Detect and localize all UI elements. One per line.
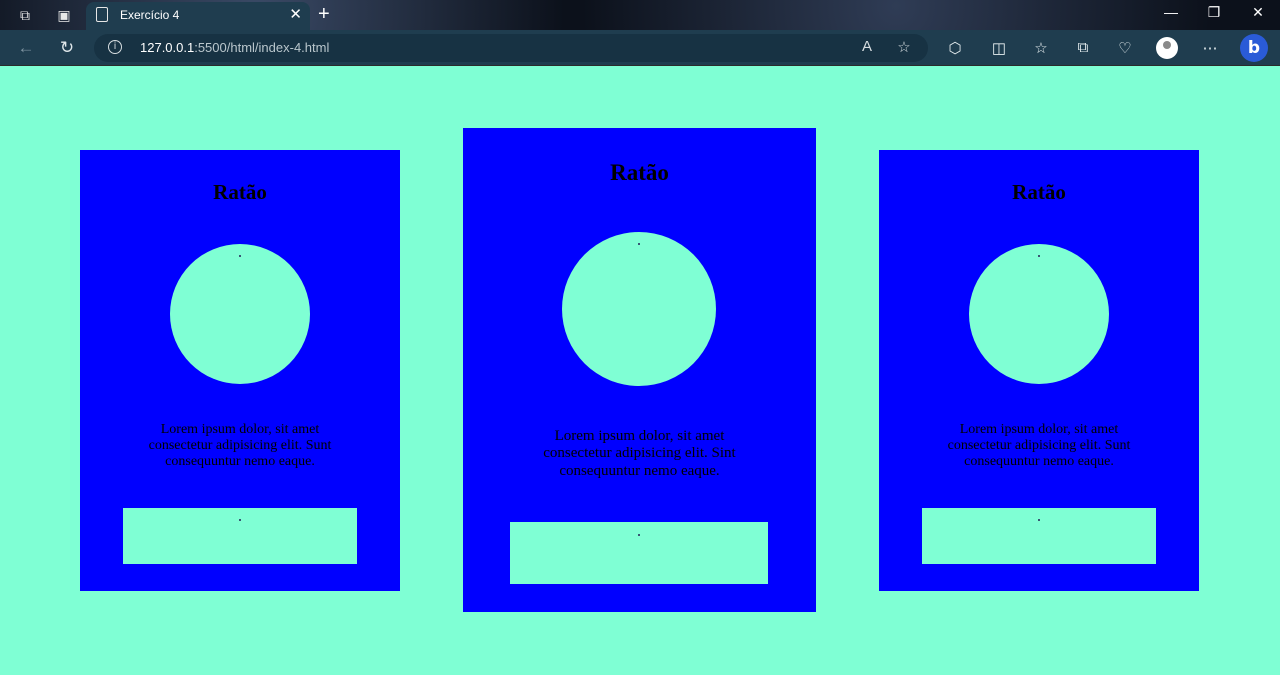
card-text: Lorem ipsum dolor, sit amet consectetur … xyxy=(947,422,1131,470)
info-icon[interactable]: i xyxy=(108,40,122,54)
browser-toolbar: ← ↻ i 127.0.0.1:5500/html/index-4.html A… xyxy=(0,30,1280,66)
collections-icon[interactable]: ⧉ xyxy=(1072,39,1094,56)
page-icon xyxy=(96,7,108,22)
url-host: 127.0.0.1 xyxy=(140,40,195,55)
button-marker-icon xyxy=(239,519,241,521)
more-icon[interactable]: ⋯ xyxy=(1199,39,1221,57)
url-path: :5500/html/index-4.html xyxy=(194,40,330,55)
card-button[interactable] xyxy=(510,522,768,584)
button-marker-icon xyxy=(638,534,640,536)
window-close-icon[interactable]: ✕ xyxy=(1248,4,1268,21)
tab-actions-icon[interactable]: ▣ xyxy=(55,6,73,24)
heart-icon[interactable]: ♡ xyxy=(1114,39,1136,57)
page-viewport: Ratão Lorem ipsum dolor, sit amet consec… xyxy=(0,66,1280,675)
favorites-icon[interactable]: ☆ xyxy=(1030,39,1052,57)
card-title: Ratão xyxy=(610,160,669,185)
card-button[interactable] xyxy=(123,508,357,564)
restore-icon[interactable]: ❐ xyxy=(1204,4,1224,21)
broken-image-icon xyxy=(1038,255,1040,257)
card-image-circle xyxy=(969,244,1109,384)
card-image-circle xyxy=(562,232,716,386)
reload-icon[interactable]: ↻ xyxy=(55,36,79,60)
url-text: 127.0.0.1:5500/html/index-4.html xyxy=(140,40,329,55)
tab-title: Exercício 4 xyxy=(120,8,180,22)
card-1: Ratão Lorem ipsum dolor, sit amet consec… xyxy=(80,150,400,591)
browser-titlebar: ⧉ ▣ Exercício 4 ✕ + — ❐ ✕ xyxy=(0,0,1280,30)
broken-image-icon xyxy=(239,255,241,257)
button-marker-icon xyxy=(1038,519,1040,521)
workspaces-icon[interactable]: ⧉ xyxy=(16,6,34,24)
card-title: Ratão xyxy=(1012,180,1066,204)
card-text: Lorem ipsum dolor, sit amet consectetur … xyxy=(543,428,736,479)
bing-icon[interactable]: b xyxy=(1240,34,1268,62)
split-screen-icon[interactable]: ◫ xyxy=(988,39,1010,57)
read-aloud-icon[interactable]: A xyxy=(857,38,877,55)
plus-icon[interactable]: + xyxy=(318,3,330,26)
back-arrow-icon[interactable]: ← xyxy=(14,36,38,60)
address-bar[interactable]: i 127.0.0.1:5500/html/index-4.html A ☆ xyxy=(94,34,928,62)
star-icon[interactable]: ☆ xyxy=(894,38,914,56)
card-image-circle xyxy=(170,244,310,384)
profile-icon[interactable] xyxy=(1156,37,1178,59)
tab-exercicio-4[interactable]: Exercício 4 ✕ xyxy=(86,2,310,30)
minimize-icon[interactable]: — xyxy=(1161,4,1181,20)
card-button[interactable] xyxy=(922,508,1156,564)
close-icon[interactable]: ✕ xyxy=(289,5,302,23)
card-3: Ratão Lorem ipsum dolor, sit amet consec… xyxy=(879,150,1199,591)
card-title: Ratão xyxy=(213,180,267,204)
card-text: Lorem ipsum dolor, sit amet consectetur … xyxy=(148,422,332,470)
broken-image-icon xyxy=(638,243,640,245)
puzzle-icon[interactable]: ⬡ xyxy=(944,39,966,57)
card-2: Ratão Lorem ipsum dolor, sit amet consec… xyxy=(463,128,816,612)
